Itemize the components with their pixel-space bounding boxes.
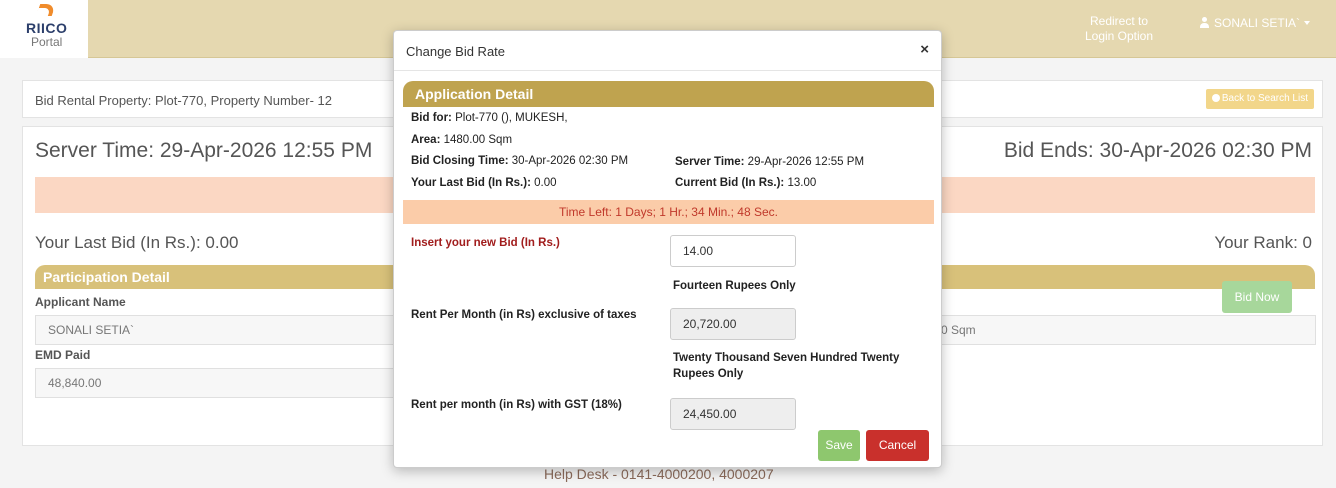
new-bid-label: Insert your new Bid (In Rs.) <box>411 237 560 249</box>
current-bid-label: Current Bid (In Rs.): <box>675 177 785 189</box>
rent-field[interactable]: 20,720.00 <box>670 308 796 340</box>
applicant-name-field[interactable]: SONALI SETIA` <box>35 315 395 345</box>
riico-logo[interactable]: RIICO Portal <box>0 0 88 58</box>
bid-for-line: Bid for: Plot-770 (), MUKESH, <box>411 112 568 124</box>
user-menu[interactable]: SONALI SETIA` <box>1200 16 1311 30</box>
user-icon <box>1200 17 1209 28</box>
modal-title: Change Bid Rate <box>406 44 506 59</box>
area-value: 1480.00 Sqm <box>443 134 513 146</box>
save-button[interactable]: Save <box>818 430 860 461</box>
back-to-search-button[interactable]: Back to Search List <box>1205 89 1314 109</box>
close-icon[interactable]: × <box>920 41 929 58</box>
applicant-name-label: Applicant Name <box>35 295 126 309</box>
last-bid-value: 0.00 <box>534 177 557 189</box>
last-bid-label: Your Last Bid (In Rs.): <box>411 177 531 189</box>
closing-time-line: Bid Closing Time: 30-Apr-2026 02:30 PM <box>411 155 628 167</box>
current-bid-value: 13.00 <box>787 177 817 189</box>
logo-subtitle: Portal <box>31 35 63 49</box>
area-field[interactable]: 0 Sqm <box>928 315 1316 345</box>
your-last-bid: Your Last Bid (In Rs.): 0.00 <box>35 233 239 252</box>
logo-text: RIICO <box>26 20 68 36</box>
new-bid-input[interactable]: 14.00 <box>670 235 796 267</box>
bid-ends: Bid Ends: 30-Apr-2026 02:30 PM <box>1003 139 1312 162</box>
server-time: Server Time: 29-Apr-2026 12:55 PM <box>35 139 373 162</box>
server-time-value: 29-Apr-2026 12:55 PM <box>747 156 865 168</box>
emd-paid-label: EMD Paid <box>35 348 91 362</box>
area-line: Area: 1480.00 Sqm <box>411 134 512 146</box>
your-rank: Your Rank: 0 <box>1214 233 1312 252</box>
server-time-line: Server Time: 29-Apr-2026 12:55 PM <box>675 156 864 168</box>
redirect-login-link[interactable]: Redirect to Login Option <box>1083 14 1155 44</box>
back-label: Back to Search List <box>1221 93 1308 104</box>
new-bid-words: Fourteen Rupees Only <box>673 280 796 292</box>
bid-for-label: Bid for: <box>411 112 452 124</box>
closing-time-value: 30-Apr-2026 02:30 PM <box>511 155 629 167</box>
current-bid-line: Current Bid (In Rs.): 13.00 <box>675 177 816 189</box>
time-left-banner: Time Left: 1 Days; 1 Hr.; 34 Min.; 48 Se… <box>403 200 934 224</box>
area-label: Area: <box>411 134 441 146</box>
modal-header: Change Bid Rate × <box>394 31 941 71</box>
chevron-down-icon <box>1304 21 1311 25</box>
change-bid-modal: Change Bid Rate × Application Detail Bid… <box>393 30 942 468</box>
gst-label: Rent per month (in Rs) with GST (18%) <box>411 399 622 411</box>
closing-time-label: Bid Closing Time: <box>411 155 509 167</box>
rent-label: Rent Per Month (in Rs) exclusive of taxe… <box>411 309 637 321</box>
cancel-button[interactable]: Cancel <box>866 430 929 461</box>
help-desk: Help Desk - 0141-4000200, 4000207 <box>544 466 774 482</box>
gst-field[interactable]: 24,450.00 <box>670 398 796 430</box>
arrow-circle-left-icon <box>1211 94 1220 102</box>
user-name: SONALI SETIA` <box>1214 16 1301 30</box>
application-detail-header: Application Detail <box>403 81 934 107</box>
rent-words: Twenty Thousand Seven Hundred Twenty Rup… <box>673 352 900 380</box>
last-bid-line: Your Last Bid (In Rs.): 0.00 <box>411 177 557 189</box>
emd-paid-field[interactable]: 48,840.00 <box>35 368 395 398</box>
bid-for-value: Plot-770 (), MUKESH, <box>455 112 568 124</box>
logo-swoosh-icon <box>35 4 57 16</box>
bid-now-button[interactable]: Bid Now <box>1222 281 1292 313</box>
server-time-label: Server Time: <box>675 156 745 168</box>
property-title: Bid Rental Property: Plot-770, Property … <box>35 93 332 108</box>
